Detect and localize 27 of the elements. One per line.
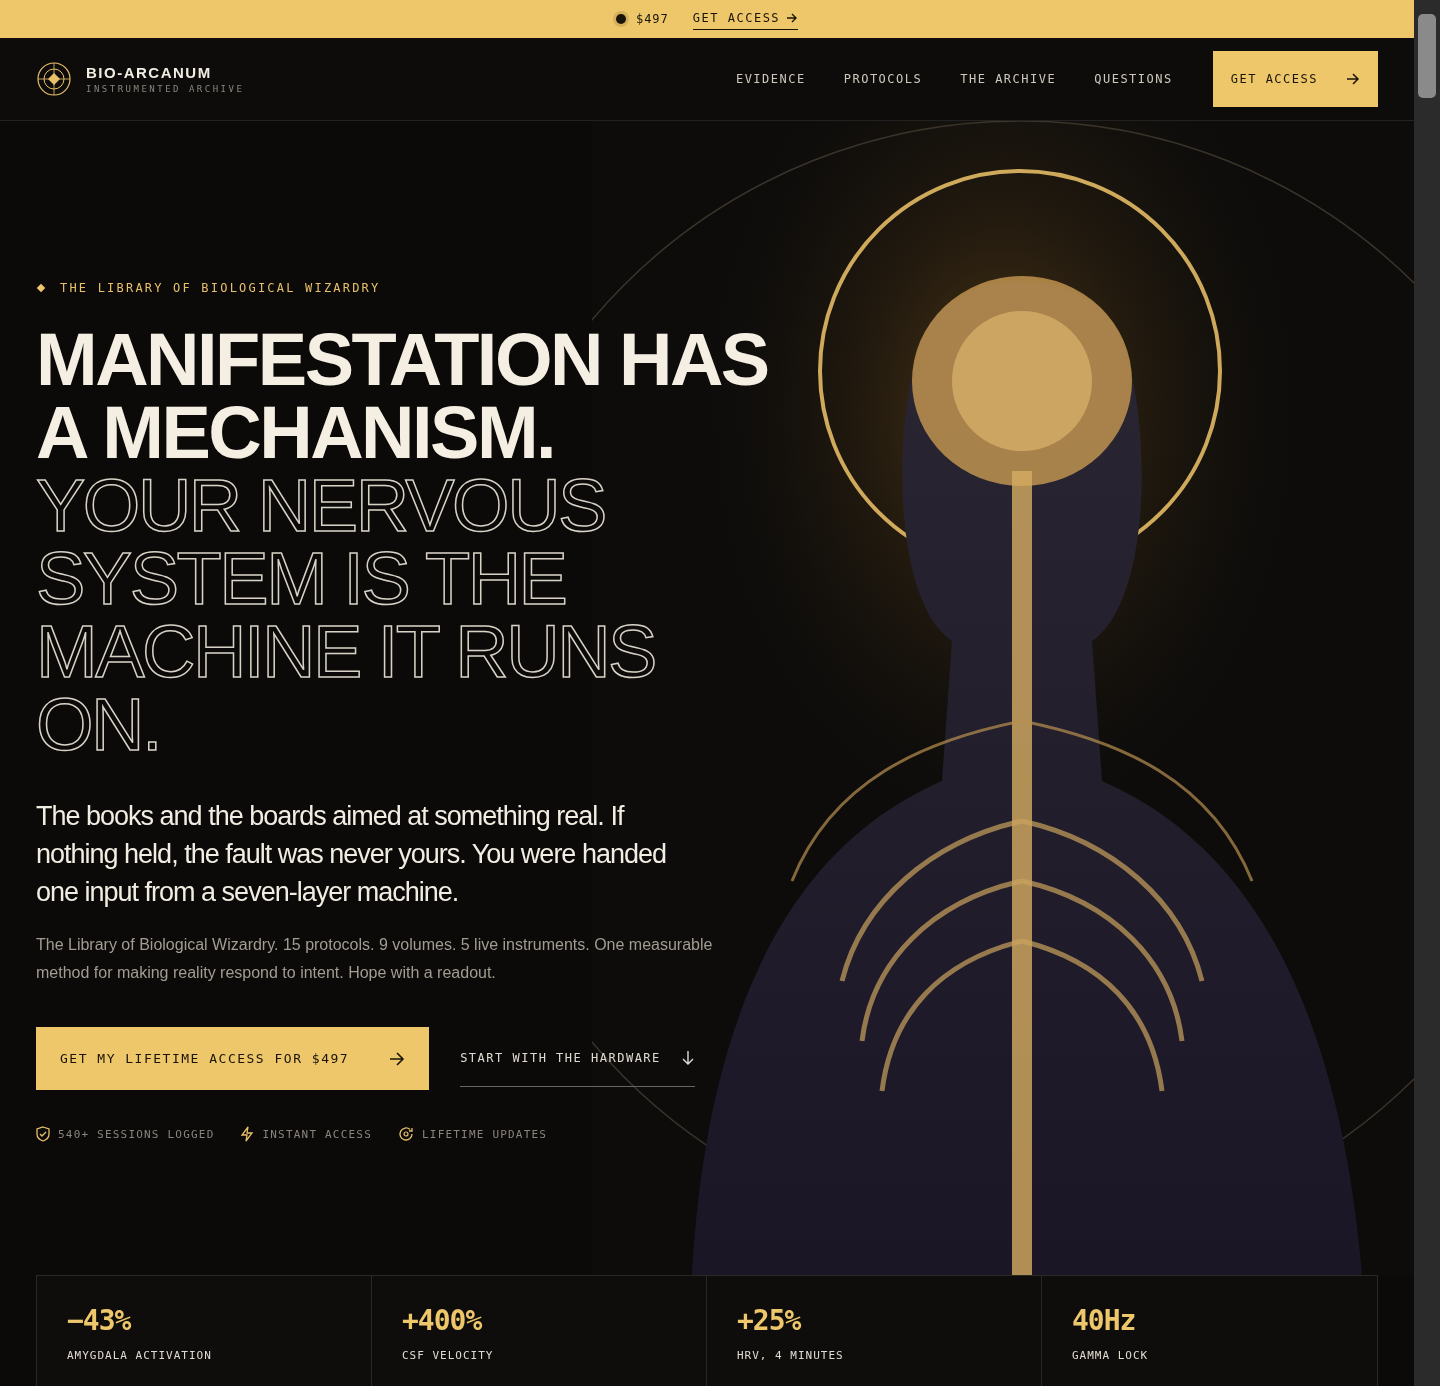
stat-value: +400% — [402, 1304, 483, 1337]
headline: MANIFESTATION HAS A MECHANISM. — [36, 323, 769, 469]
stat-value: 40Hz — [1072, 1304, 1137, 1337]
trust-badge-text: LIFETIME UPDATES — [422, 1127, 548, 1141]
stat-value: −43% — [67, 1304, 132, 1337]
trust-badge-text: 540+ SESSIONS LOGGED — [58, 1127, 215, 1141]
get-access-link[interactable]: GET ACCESS — [692, 7, 799, 31]
brand-tagline: INSTRUMENTED ARCHIVE — [86, 83, 245, 94]
stat-label: AMYGDALA ACTIVATION — [67, 1349, 213, 1362]
stat-label: CSF VELOCITY — [402, 1349, 495, 1362]
hardware-link[interactable]: START WITH THE HARDWARE — [460, 1030, 695, 1087]
nav-link[interactable]: PROTOCOLS — [843, 71, 923, 86]
stat-label: GAMMA LOCK — [1072, 1349, 1150, 1362]
trust-badge-text: INSTANT ACCESS — [262, 1127, 372, 1141]
announcement-price: $497 — [635, 11, 669, 26]
headline-outline: YOUR NERVOUS SYSTEM IS THE MACHINE IT RUNS ON. — [36, 469, 656, 761]
lead-paragraph: The books and the boards aimed at something real. If nothing held, the fault was never yours. You were handed one input from a seven-layer machine. — [36, 800, 667, 909]
nav-link[interactable]: THE ARCHIVE — [960, 71, 1057, 86]
nav-link[interactable]: EVIDENCE — [735, 71, 806, 86]
brand-name: BIO-ARCANUM — [86, 63, 213, 81]
stat-label: HRV, 4 MINUTES — [737, 1349, 845, 1362]
lifetime-access-button[interactable]: GET MY LIFETIME ACCESS FOR $497 — [36, 1027, 430, 1090]
nav-link[interactable]: QUESTIONS — [1094, 71, 1173, 86]
stat-value: +25% — [737, 1304, 802, 1337]
get-access-button[interactable]: GET ACCESS — [1212, 50, 1378, 107]
body-paragraph: The Library of Biological Wizardry. 15 protocols. 9 volumes. 5 live instruments. One measurable method for making reality respond to intent. Hope with a readout. — [36, 935, 714, 983]
eyebrow-text: THE LIBRARY OF BIOLOGICAL WIZARDRY — [60, 281, 381, 295]
